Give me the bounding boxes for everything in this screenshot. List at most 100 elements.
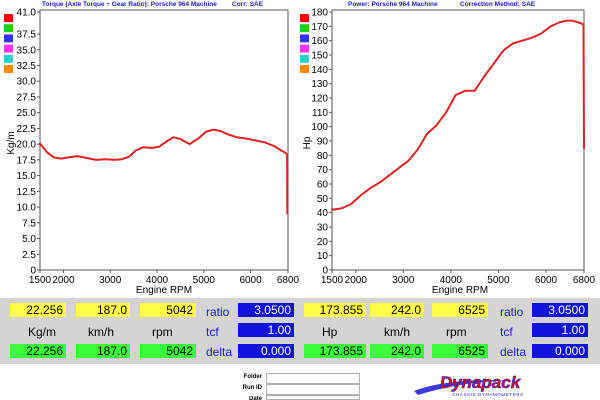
run-id-label: Run ID	[242, 385, 262, 391]
power-xtick-label: 2000	[345, 275, 368, 286]
rpm-readout-top-left: 5042	[140, 303, 196, 317]
speed-readout-top-right: 242.0	[370, 303, 424, 317]
run-id-field[interactable]	[266, 384, 360, 395]
tcf-label-left: tcf	[206, 325, 219, 339]
folder-label: Folder	[243, 374, 262, 380]
delta-label-right: delta	[500, 345, 527, 359]
unit-kmh-label-right: km/h	[384, 325, 411, 339]
torque-swatch-4	[4, 54, 13, 63]
power-xtick-label: 3000	[392, 275, 415, 286]
power-ytick-label: 130	[311, 79, 328, 90]
power-ytick-label: 110	[312, 108, 328, 119]
torque-ytick-label: 2.5	[22, 250, 36, 261]
power-xtick-label: 1500	[321, 275, 344, 286]
torque-readout-bottom: 22.256	[10, 344, 66, 358]
torque-ytick-label: 7.5	[22, 218, 36, 229]
torque-swatch-0	[4, 14, 13, 22]
torque-ytick-label: 35.0	[17, 45, 37, 56]
dyno-report: Torque (Axle Torque ÷ Gear Ratio): Porsc…	[0, 0, 600, 400]
power-swatch-1	[300, 24, 309, 33]
power-ytick-label: 10	[317, 251, 329, 262]
torque-ytick-label: 30.0	[17, 77, 37, 88]
power-ytick-label: 50	[317, 194, 329, 205]
power-ytick-label: 180	[311, 8, 328, 19]
power-readout-top: 173.855	[304, 303, 366, 317]
power-ytick-label: 170	[311, 22, 328, 33]
power-y-axis: 0102030405060708090100110120130140150160…	[311, 8, 332, 277]
delta-label-left: delta	[206, 345, 233, 359]
torque-y-axis-label: Kg/m	[6, 131, 17, 154]
power-swatch-5	[300, 65, 309, 73]
power-ytick-label: 100	[311, 122, 328, 133]
delta-value-left: 0.000	[238, 344, 294, 358]
date-field[interactable]	[266, 395, 360, 400]
torque-readout-top: 22.256	[10, 303, 66, 317]
torque-xtick-label: 6800	[277, 275, 300, 286]
power-legend-swatches	[300, 14, 309, 73]
torque-xtick-label: 3000	[99, 275, 122, 286]
power-x-axis: 1500 2000 3000 4000 5000 6000 6800	[321, 270, 596, 286]
torque-swatch-3	[4, 44, 13, 53]
tcf-label-right: tcf	[500, 325, 513, 339]
rpm-readout-bottom-right: 6525	[432, 344, 488, 358]
torque-ytick-label: 17.5	[17, 155, 37, 166]
power-ytick-label: 90	[317, 137, 329, 148]
readout-panel: 22.256 187.0 5042 Kg/m km/h rpm 22.256 1…	[0, 298, 600, 364]
power-ytick-label: 140	[311, 65, 328, 76]
torque-chart: Torque (Axle Torque ÷ Gear Ratio): Porsc…	[4, 1, 300, 296]
torque-xtick-label: 1500	[29, 275, 52, 286]
torque-swatch-2	[4, 34, 13, 43]
torque-y-axis: 02.55.07.510.012.515.017.520.022.525.027…	[17, 8, 40, 277]
power-swatch-0	[300, 14, 309, 22]
torque-ytick-label: 5.0	[22, 234, 36, 245]
power-swatch-4	[300, 54, 309, 63]
torque-x-axis: 1500 2000 3000 4000 5000 6000 6800	[29, 270, 300, 286]
power-chart-correction: Correction Method: SAE	[460, 1, 536, 8]
run-info-footer: Folder Run ID Date Dynapack CHASSIS DYNA…	[0, 364, 600, 400]
ratio-label-left: ratio	[206, 305, 230, 319]
power-ytick-label: 150	[311, 51, 328, 62]
unit-kmh-label-left: km/h	[88, 325, 115, 339]
logo-brand-text: Dynapack	[440, 373, 522, 392]
torque-ytick-label: 22.5	[17, 124, 37, 135]
torque-ytick-label: 20.0	[17, 140, 37, 151]
unit-rpm-label-left: rpm	[152, 325, 173, 339]
torque-xtick-label: 5000	[193, 275, 216, 286]
torque-ytick-label: 25.0	[17, 108, 37, 119]
torque-swatch-1	[4, 24, 13, 33]
power-y-axis-label: Hp	[302, 136, 313, 149]
torque-x-axis-label: Engine RPM	[136, 285, 192, 296]
torque-xtick-label: 6000	[239, 275, 262, 286]
torque-ytick-label: 32.5	[17, 61, 37, 72]
power-ytick-label: 20	[317, 237, 329, 248]
torque-xtick-label: 2000	[52, 275, 75, 286]
ratio-value-left: 3.0500	[238, 303, 294, 317]
date-label: Date	[248, 396, 262, 400]
rpm-readout-top-right: 6525	[432, 303, 488, 317]
logo-tagline: CHASSIS DYNAMOMETERS	[452, 392, 524, 397]
unit-hp-label: Hp	[322, 325, 338, 339]
speed-readout-bottom-left: 187.0	[76, 344, 130, 358]
folder-field[interactable]	[266, 373, 360, 384]
ratio-value-right: 3.0500	[532, 303, 588, 317]
tcf-value-left: 1.00	[238, 323, 294, 337]
power-readout-bottom: 173.855	[304, 344, 366, 358]
power-plot-area	[331, 9, 585, 271]
torque-ytick-label: 10.0	[17, 203, 37, 214]
rpm-readout-bottom-left: 5042	[140, 344, 196, 358]
dynapack-logo: Dynapack CHASSIS DYNAMOMETERS	[414, 373, 524, 397]
unit-kgm-label: Kg/m	[28, 325, 57, 339]
torque-legend-swatches	[4, 14, 13, 73]
ratio-label-right: ratio	[500, 305, 524, 319]
power-swatch-2	[300, 34, 309, 43]
power-ytick-label: 60	[317, 180, 329, 191]
torque-chart-title: Torque (Axle Torque ÷ Gear Ratio): Porsc…	[42, 1, 217, 8]
torque-ytick-label: 37.5	[17, 30, 37, 41]
power-ytick-label: 70	[317, 165, 329, 176]
torque-ytick-label: 12.5	[17, 187, 37, 198]
power-ytick-label: 160	[311, 36, 328, 47]
power-xtick-label: 5000	[487, 275, 510, 286]
delta-value-right: 0.000	[532, 344, 588, 358]
power-swatch-3	[300, 44, 309, 53]
power-xtick-label: 6800	[573, 275, 596, 286]
